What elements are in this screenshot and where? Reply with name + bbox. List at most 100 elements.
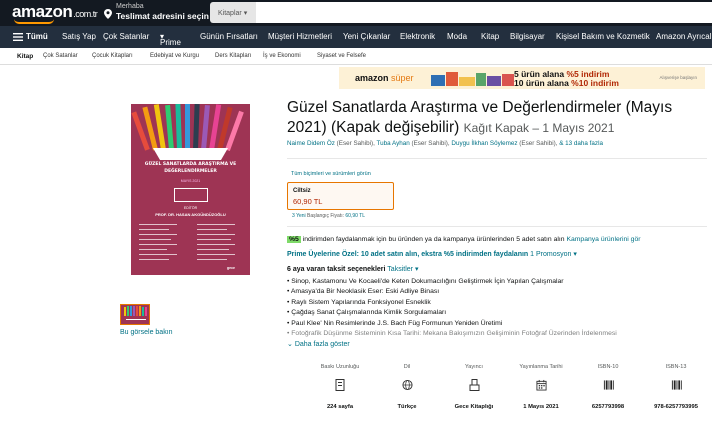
nav-item[interactable]: Müşteri Hizmetleri xyxy=(268,32,332,41)
author-link[interactable]: Naime Didem Öz xyxy=(287,140,335,147)
promotions-label: 1 Promosyon xyxy=(530,251,572,258)
sub-nav-item[interactable]: Çocuk Kitapları xyxy=(92,53,133,59)
chevron-down-icon: ▾ xyxy=(573,251,577,258)
nav-item[interactable]: Kişisel Bakım ve Kozmetik xyxy=(556,32,650,41)
barcode-icon xyxy=(671,380,682,390)
detail-header: Yayınlanma Tarihi xyxy=(519,364,563,370)
detail-publisher: Yayıncı Gece Kitaplığı xyxy=(439,364,509,410)
cover-editor-name: PROF. DR. HASAN AKGÜNDÜZOĞLU xyxy=(155,212,226,217)
promo-products-image xyxy=(431,72,514,86)
author-list: Naime Didem Öz (Eser Sahibi), Tuba Ayhan… xyxy=(287,140,603,147)
new-offers-link[interactable]: 3 Yeni xyxy=(292,213,306,219)
top-bar: amazon.com.tr Merhaba Teslimat adresini … xyxy=(0,0,712,26)
promo-brand-name: amazon xyxy=(355,73,389,83)
divider xyxy=(287,158,707,159)
prime-offer-text[interactable]: Prime Üyelerine Özel: 10 adet satın alın… xyxy=(287,251,528,258)
see-image-link[interactable]: Bu görsele bakın xyxy=(120,329,173,336)
format-price: 60,90 TL xyxy=(293,197,323,206)
nav-item[interactable]: Moda xyxy=(447,32,467,41)
nav-item[interactable]: Günün Fırsatları xyxy=(200,32,258,41)
search-input[interactable] xyxy=(256,2,712,23)
detail-header: ISBN-10 xyxy=(597,364,619,370)
cover-author-list xyxy=(139,224,242,268)
list-item: • Amasya'da Bir Neoklasik Eser: Eski Adl… xyxy=(287,288,440,296)
nav-item[interactable]: Elektronik xyxy=(400,32,435,41)
cover-title-line-2: DEĞERLENDİRMELER xyxy=(164,168,217,174)
discount-badge: %5 xyxy=(287,236,301,243)
search-category-select[interactable]: Kitaplar ▾ xyxy=(210,2,256,23)
list-item: • Çağdaş Sanat Çalışmalarında Kimlik Sor… xyxy=(287,309,447,317)
sub-nav: Kitap Çok Satanlar Çocuk Kitapları Edebi… xyxy=(0,48,712,65)
more-authors-link[interactable]: & 13 daha fazla xyxy=(559,140,603,147)
nav-all[interactable]: Tümü xyxy=(26,32,48,41)
format-option-selected[interactable]: Ciltsiz 60,90 TL xyxy=(287,182,394,210)
detail-pages: Baskı Uzunluğu 224 sayfa xyxy=(305,364,375,410)
product-subtitle: Kağıt Kapak – 1 Mayıs 2021 xyxy=(463,121,615,135)
nav-prime-label: Prime xyxy=(160,38,181,47)
installment-link: Taksitler xyxy=(387,266,413,273)
detail-value: 6257793998 xyxy=(591,404,625,410)
cover-title-line-1: GÜZEL SANATLARDA ARAŞTIRMA VE xyxy=(144,162,237,167)
detail-value: 224 sayfa xyxy=(326,404,354,410)
nav-item[interactable]: Bilgisayar xyxy=(510,32,545,41)
globe-icon xyxy=(401,379,413,391)
detail-header: ISBN-13 xyxy=(665,364,687,370)
nav-item-prime[interactable]: Prime ▾ xyxy=(160,32,181,47)
author-link[interactable]: Tuba Ayhan xyxy=(376,140,409,147)
detail-header: Yayıncı xyxy=(465,364,483,370)
sub-nav-item[interactable]: Ders Kitapları xyxy=(215,53,251,59)
promo-line-2-offer: %10 indirim xyxy=(571,78,619,88)
deal-text: indirimden faydalanmak için bu üründen y… xyxy=(300,236,567,243)
nav-item[interactable]: Amazon Ayrıcalı xyxy=(656,32,712,41)
sub-nav-item[interactable]: Kitap xyxy=(17,53,33,60)
dropdown-caret-icon: ▾ xyxy=(243,10,248,17)
gallery-thumbnail[interactable] xyxy=(120,304,150,325)
list-item: • Fotoğrafik Düşünme Sisteminin Kısa Tar… xyxy=(287,330,617,338)
detail-isbn10: ISBN-10 6257793998 xyxy=(573,364,643,410)
nav-item[interactable]: Satış Yap xyxy=(62,32,96,41)
nav-item[interactable]: Kitap xyxy=(481,32,499,41)
author-link[interactable]: Duygu İlkhan Söylemez xyxy=(451,140,517,147)
cover-frame xyxy=(174,188,208,202)
prime-offer: Prime Üyelerine Özel: 10 adet satın alın… xyxy=(287,250,577,258)
promo-line-2-prefix: 10 ürün alana xyxy=(514,78,572,88)
installment-dropdown[interactable]: Taksitler ▾ xyxy=(387,266,418,273)
pages-icon xyxy=(335,379,344,391)
deal-line: %5 indirimden faydalanmak için bu üründe… xyxy=(287,236,641,243)
detail-value: 1 Mayıs 2021 xyxy=(523,404,559,410)
pencils-illustration xyxy=(131,104,244,160)
book-description-list: • Sinop, Kastamonu Ve Kocaeli'de Keten D… xyxy=(287,277,712,338)
sub-nav-item[interactable]: Edebiyat ve Kurgu xyxy=(150,53,199,59)
main-nav: Tümü Satış Yap Çok Satanlar Prime ▾ Günü… xyxy=(0,26,712,48)
logo-smile-icon xyxy=(14,19,54,24)
menu-icon[interactable] xyxy=(13,33,23,43)
promo-banner[interactable]: amazon süper 5 ürün alana %5 indirim 10 … xyxy=(339,67,705,89)
all-formats-link[interactable]: Tüm biçimleri ve sürümleri görün xyxy=(291,171,371,177)
promo-brand: amazon süper xyxy=(355,73,414,83)
promo-line-2: 10 ürün alana %10 indirim xyxy=(514,78,619,88)
nav-item[interactable]: Yeni Çıkanlar xyxy=(343,32,390,41)
publisher-icon xyxy=(469,379,479,391)
sub-nav-item[interactable]: Siyaset ve Felsefe xyxy=(317,53,366,59)
sub-nav-item[interactable]: İş ve Ekonomi xyxy=(263,53,301,59)
search-category-label: Kitaplar xyxy=(218,10,242,17)
new-offers: 3 Yeni Başlangıç Fiyatı: 60,90 TL xyxy=(292,213,365,219)
detail-header: Dil xyxy=(403,364,411,370)
book-cover-image[interactable]: GÜZEL SANATLARDA ARAŞTIRMA VE DEĞERLENDİR… xyxy=(131,104,250,275)
nav-item[interactable]: Çok Satanlar xyxy=(103,32,149,41)
sub-nav-item[interactable]: Çok Satanlar xyxy=(43,53,78,59)
thumbnail-image xyxy=(124,306,147,320)
location-pin-icon xyxy=(104,9,112,19)
cover-date: MAYIS 2021 xyxy=(180,179,201,183)
promo-ad-label: Alışverişe başlayın xyxy=(659,75,697,80)
list-item: • Sinop, Kastamonu Ve Kocaeli'de Keten D… xyxy=(287,278,564,285)
calendar-icon xyxy=(535,379,547,391)
campaign-products-link[interactable]: Kampanya ürünlerini gör xyxy=(566,236,640,243)
chevron-down-icon: ▾ xyxy=(414,266,419,273)
show-more-link[interactable]: ⌄ Daha fazla göster xyxy=(287,340,350,348)
detail-publication-date: Yayınlanma Tarihi 1 Mayıs 2021 xyxy=(506,364,576,410)
list-item: • Raylı Sistem Yapılarında Fonksiyonel E… xyxy=(287,298,431,306)
detail-header: Baskı Uzunluğu xyxy=(320,364,360,370)
promotions-dropdown[interactable]: 1 Promosyon ▾ xyxy=(530,251,577,258)
author-role: (Eser Sahibi), xyxy=(517,140,560,147)
